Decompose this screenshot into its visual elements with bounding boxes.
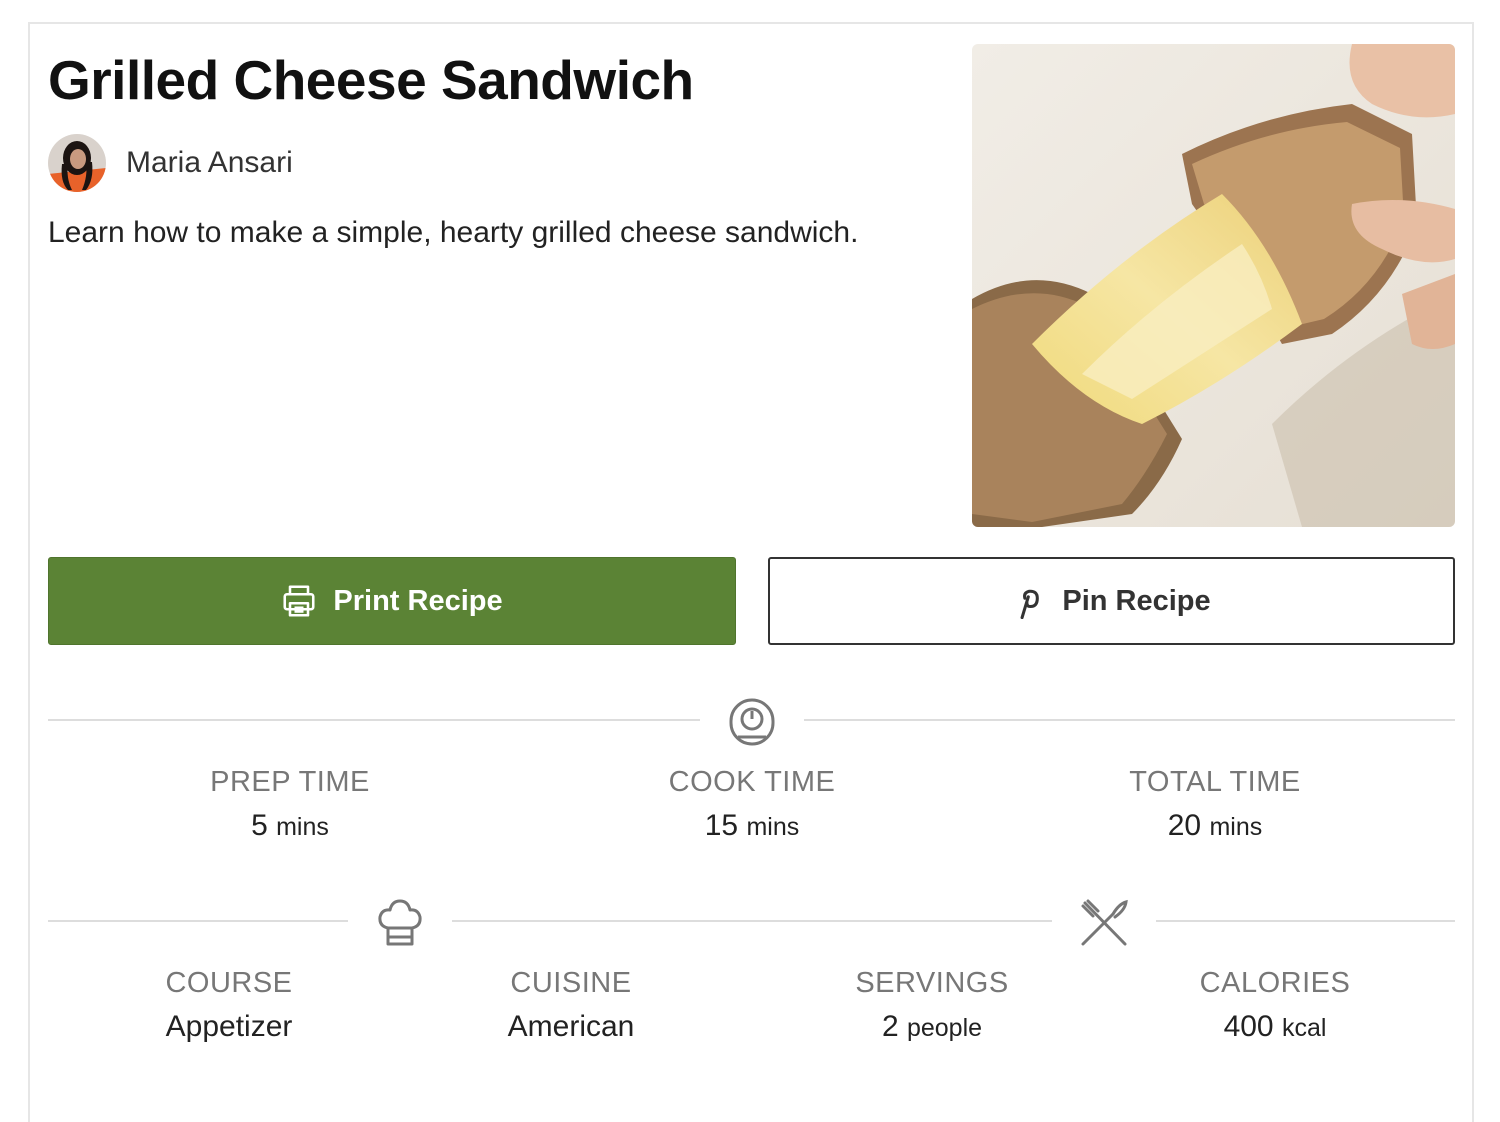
recipe-summary: Learn how to make a simple, hearty grill… xyxy=(48,216,859,249)
recipe-title: Grilled Cheese Sandwich xyxy=(48,49,694,111)
pin-recipe-label: Pin Recipe xyxy=(1062,584,1211,617)
author-row: Maria Ansari xyxy=(48,134,293,192)
prep-time: PREP TIME 5 mins xyxy=(140,766,440,843)
total-time: TOTAL TIME 20 mins xyxy=(1065,766,1365,843)
recipe-photo xyxy=(972,44,1455,527)
cook-time-value: 15 mins xyxy=(704,809,800,842)
course-value: Appetizer xyxy=(165,1010,293,1043)
servings: SERVINGS 2 people xyxy=(782,967,1082,1044)
fork-knife-icon xyxy=(1076,896,1132,950)
course: COURSE Appetizer xyxy=(79,967,379,1044)
divider-line xyxy=(48,719,700,721)
pinterest-icon xyxy=(1012,583,1046,619)
cuisine-label: CUISINE xyxy=(510,967,632,999)
course-label: COURSE xyxy=(165,967,293,999)
divider-line xyxy=(804,719,1455,721)
pin-recipe-button[interactable]: Pin Recipe xyxy=(768,557,1455,645)
servings-value: 2 people xyxy=(881,1010,983,1043)
calories: CALORIES 400 kcal xyxy=(1125,967,1425,1044)
printer-icon xyxy=(281,583,317,619)
chef-hat-icon xyxy=(372,896,428,950)
author-name[interactable]: Maria Ansari xyxy=(126,146,293,180)
prep-time-value: 5 mins xyxy=(251,809,329,842)
divider-line xyxy=(48,920,348,922)
cuisine: CUISINE American xyxy=(421,967,721,1044)
cook-time: COOK TIME 15 mins xyxy=(602,766,902,843)
divider-line xyxy=(1156,920,1455,922)
servings-label: SERVINGS xyxy=(855,967,1009,999)
print-recipe-button[interactable]: Print Recipe xyxy=(48,557,736,645)
author-avatar[interactable] xyxy=(48,134,106,192)
total-time-value: 20 mins xyxy=(1167,809,1263,842)
cuisine-value: American xyxy=(507,1010,635,1043)
timer-icon xyxy=(722,694,782,750)
divider-line xyxy=(452,920,1052,922)
print-recipe-label: Print Recipe xyxy=(333,584,503,617)
total-time-label: TOTAL TIME xyxy=(1129,766,1301,798)
calories-value: 400 kcal xyxy=(1223,1010,1327,1043)
cook-time-label: COOK TIME xyxy=(668,766,836,798)
prep-time-label: PREP TIME xyxy=(210,766,370,798)
calories-label: CALORIES xyxy=(1199,967,1351,999)
